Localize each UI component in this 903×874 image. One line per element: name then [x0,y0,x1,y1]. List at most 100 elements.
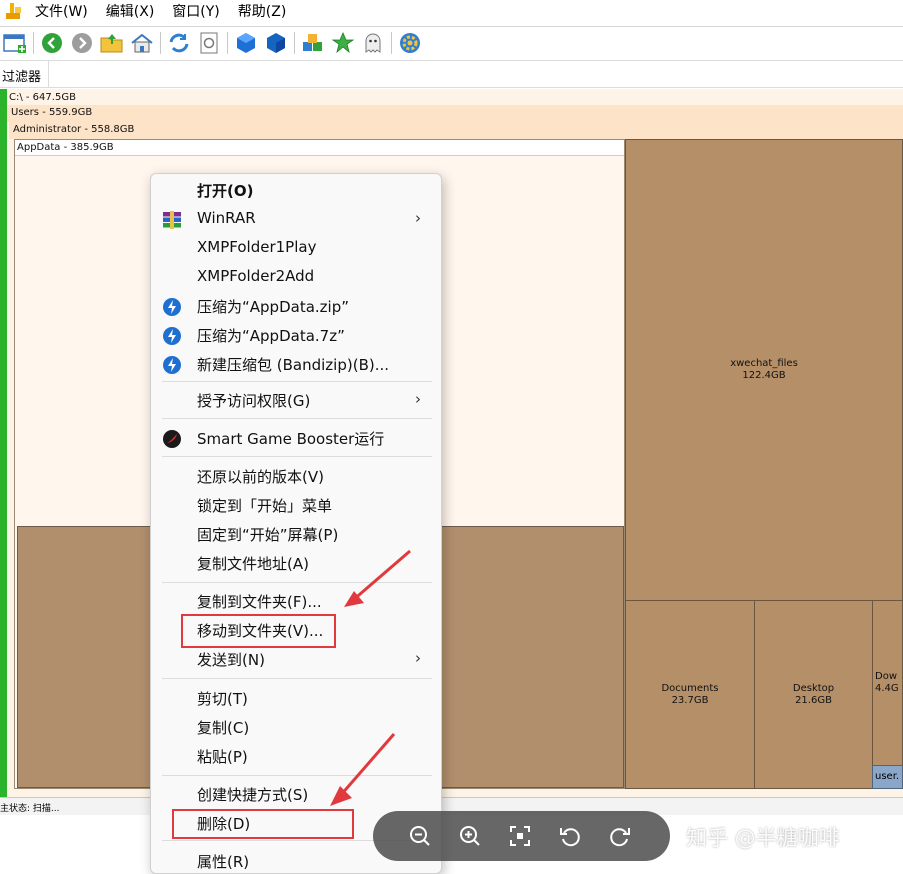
ghost-icon[interactable] [361,31,385,55]
menu-window[interactable]: 窗口(Y) [163,0,228,24]
block-size: 122.4GB [742,370,786,381]
menu-item-xmpfolder2add[interactable]: XMPFolder2Add [151,263,441,292]
image-viewer-toolbar [373,811,670,861]
toolbar-separator [294,31,295,54]
menu-item-label: 剪切(T) [197,690,248,708]
menu-item-pin-start-menu[interactable]: 锁定到「开始」菜单 [151,491,441,520]
menu-item-cut[interactable]: 剪切(T) [151,684,441,713]
menu-item-label: WinRAR [197,209,256,227]
toolbar [0,26,903,58]
blue-shield-icon[interactable] [264,31,288,55]
menu-item-compress-7z[interactable]: 压缩为“AppData.7z” [151,321,441,350]
block-name: Dow [875,671,897,682]
treemap-appdata-header: AppData - 385.9GB [15,140,624,156]
menu-item-label: XMPFolder2Add [197,267,315,285]
rotate-right-icon[interactable] [607,823,633,849]
menu-item-restore-versions[interactable]: 还原以前的版本(V) [151,462,441,491]
red-arrow-icon [330,733,396,806]
reload-page-icon[interactable] [197,31,221,55]
block-name: Documents [661,682,719,694]
bandizip-icon [162,355,182,375]
menu-help[interactable]: 帮助(Z) [229,0,296,24]
home-icon[interactable] [130,31,154,55]
menu-item-winrar[interactable]: WinRAR › [151,205,441,234]
menu-item-smart-game-booster[interactable]: Smart Game Booster运行 [151,424,441,453]
bandizip-icon [162,297,182,317]
treemap-administrator-node[interactable]: Administrator - 558.8GB [9,122,903,139]
block-size: 4.4G [875,683,899,694]
menu-item-label: 授予访问权限(G) [197,392,311,410]
status-text: 主状态: 扫描... [0,804,60,814]
menu-item-label: 打开(O) [197,182,254,200]
star-icon[interactable] [331,31,355,55]
menu-item-label: 属性(R) [197,853,250,871]
menu-item-grant-access[interactable]: 授予访问权限(G) › [151,386,441,415]
highlight-box-delete [172,809,354,839]
menu-item-label: 压缩为“AppData.7z” [197,327,345,345]
menu-edit[interactable]: 编辑(X) [97,0,164,24]
treemap-view[interactable]: C:\ - 647.5GB Users - 559.9GB Administra… [0,89,903,797]
refresh-icon[interactable] [167,31,191,55]
forward-icon[interactable] [70,31,94,55]
treemap-user-node[interactable]: user. [872,765,903,789]
menu-item-label: 粘贴(P) [197,748,248,766]
colored-blocks-icon[interactable] [301,31,325,55]
toolbar-separator [227,31,228,54]
menu-item-label: 锁定到「开始」菜单 [197,497,333,515]
block-size: 23.7GB [671,694,709,706]
open-folder-icon[interactable] [100,31,124,55]
menu-item-label: 压缩为“AppData.zip” [197,298,349,316]
menu-separator [162,678,432,679]
rotate-left-icon[interactable] [557,823,583,849]
treemap-desktop-node[interactable]: Desktop 21.6GB [754,600,873,789]
menu-item-label: 还原以前的版本(V) [197,468,324,486]
block-name: Desktop [792,682,835,694]
zhihu-watermark: 知乎 @半糖咖啡 [686,826,840,850]
menu-separator [162,381,432,382]
menu-item-label: 固定到“开始”屏幕(P) [197,526,339,544]
zoom-in-icon[interactable] [457,823,483,849]
blue-cube-icon[interactable] [234,31,258,55]
menu-item-compress-zip[interactable]: 压缩为“AppData.zip” [151,292,441,321]
menu-item-xmpfolder1play[interactable]: XMPFolder1Play [151,234,441,263]
back-icon[interactable] [40,31,64,55]
treemap-users-node[interactable]: Users - 559.9GB [7,105,903,122]
menu-item-label: XMPFolder1Play [197,238,317,256]
toolbar-separator [33,31,34,54]
treemap-appdata-label: AppData - 385.9GB [17,142,114,153]
new-window-icon[interactable] [3,31,27,55]
menu-separator [162,418,432,419]
menu-item-label: 创建快捷方式(S) [197,786,309,804]
highlight-box-move-to-folder [181,614,336,648]
submenu-arrow-icon: › [415,390,421,408]
menu-item-new-archive[interactable]: 新建压缩包 (Bandizip)(B)... [151,350,441,379]
menu-item-label: 复制(C) [197,719,250,737]
treemap-xwechat-files-node[interactable]: xwechat_files 122.4GB [625,139,903,601]
menu-item-send-to[interactable]: 发送到(N) › [151,645,441,674]
menu-item-label: 新建压缩包 (Bandizip)(B)... [197,356,390,374]
filter-label: 过滤器 [2,70,42,85]
treemap-root-label: C:\ - 647.5GB [9,92,76,103]
red-arrow-icon [344,549,411,607]
menu-bar: 文件(W) 编辑(X) 窗口(Y) 帮助(Z) [0,0,903,24]
toolbar-separator [160,31,161,54]
fit-screen-icon[interactable] [507,823,533,849]
submenu-arrow-icon: › [415,649,421,667]
treemap-users-label: Users - 559.9GB [11,107,93,118]
menu-item-label: 发送到(N) [197,651,265,669]
filter-bar: 过滤器 [0,60,903,88]
bandizip-icon [162,326,182,346]
treemap-administrator-label: Administrator - 558.8GB [13,124,135,135]
toolbar-separator [391,31,392,54]
treemap-documents-node[interactable]: Documents 23.7GB [625,600,755,789]
treemap-downloads-node[interactable]: Dow 4.4G [872,600,903,766]
menu-item-open[interactable]: 打开(O) [151,176,441,205]
winrar-icon [162,210,182,230]
zoom-out-icon[interactable] [407,823,433,849]
menu-file[interactable]: 文件(W) [26,0,97,24]
filter-input[interactable] [48,61,903,87]
gear-icon[interactable] [398,31,422,55]
block-size: 21.6GB [795,694,832,706]
menu-item-label: Smart Game Booster运行 [197,430,385,448]
submenu-arrow-icon: › [415,209,421,227]
